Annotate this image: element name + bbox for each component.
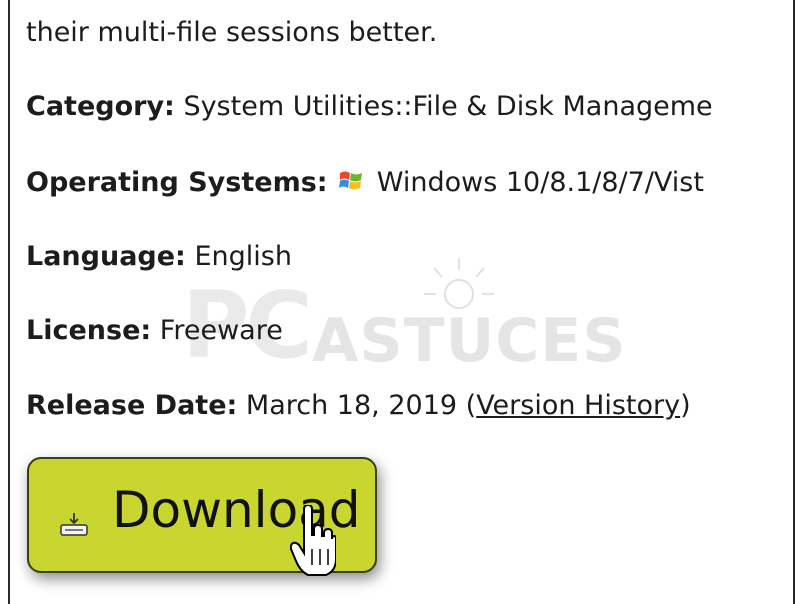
left-border [8,0,10,604]
windows-logo-icon [338,169,364,193]
language-label: Language: [26,241,186,272]
download-tray-icon [60,513,88,536]
lightbulb-icon [424,258,494,309]
os-value: Windows 10/8.1/8/7/Vist [376,167,704,198]
language-row: Language: English [26,241,292,272]
release-close-paren: ) [680,390,691,421]
release-label: Release Date: [26,390,238,421]
download-button[interactable]: Download [27,457,377,573]
os-label: Operating Systems: [26,167,328,198]
release-open-paren: ( [465,390,477,421]
release-row: Release Date: March 18, 2019 (Version Hi… [26,390,691,421]
category-row: Category: System Utilities::File & Disk … [26,91,713,122]
watermark-astuces: ASTUCES [312,306,627,376]
category-label: Category: [26,91,175,122]
os-row: Operating Systems: Windows 10/8.1/8/7/Vi… [26,167,704,198]
intro-text: their multi-file sessions better. [26,17,438,48]
license-value: Freeware [159,315,283,346]
download-label: Download [112,481,361,539]
language-value: English [194,241,292,272]
release-value: March 18, 2019 [245,390,458,421]
screenshot-frame: PC ASTUCES their multi-file sessions bet… [0,0,795,604]
license-label: License: [26,315,152,346]
version-history-link[interactable]: Version History [476,390,680,421]
category-value: System Utilities::File & Disk Manageme [183,91,713,122]
license-row: License: Freeware [26,315,283,346]
